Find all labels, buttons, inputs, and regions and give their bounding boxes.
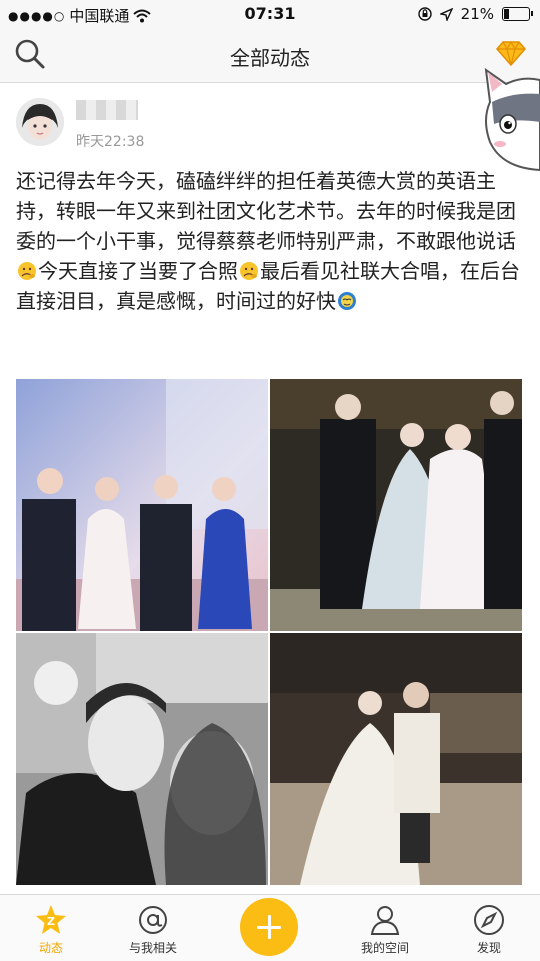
tab-label: 动态: [38, 941, 63, 955]
compose-plus-button[interactable]: [240, 898, 298, 956]
battery-level: [504, 9, 510, 19]
tab-label: 发现: [476, 941, 501, 955]
cat-mascot-decoration: [484, 67, 540, 172]
avatar[interactable]: [16, 98, 64, 146]
post-text-part-2: 今天直接了当要了合照: [38, 259, 238, 283]
cry-face-emoji: [338, 292, 356, 310]
tab-discover[interactable]: 发现: [444, 895, 534, 961]
tab-label: 与我相关: [128, 941, 177, 955]
svg-text:Z: Z: [47, 915, 55, 928]
photo-stage-group: [16, 379, 268, 631]
post-timestamp: 昨天22:38: [76, 134, 145, 150]
post-text: 还记得去年今天，磕磕绊绊的担任着英德大赏的英语主持，转眼一年又来到社团文化艺术节…: [16, 166, 526, 316]
tab-feed[interactable]: Z 动态: [6, 895, 96, 961]
photo-1[interactable]: [16, 379, 268, 631]
status-bar: ●●●●○ 中国联通 07:31 21%: [0, 0, 540, 28]
orientation-lock-icon: [417, 7, 432, 21]
tab-label: 我的空间: [360, 941, 409, 955]
battery-icon: [502, 7, 533, 21]
photo-4[interactable]: [270, 633, 522, 885]
person-icon: [370, 906, 400, 935]
username-redacted[interactable]: [76, 100, 138, 120]
photo-stage-four: [270, 379, 522, 631]
location-arrow-icon: [439, 7, 453, 21]
post-text-part-1: 还记得去年今天，磕磕绊绊的担任着英德大赏的英语主持，转眼一年又来到社团文化艺术节…: [16, 169, 516, 253]
photo-backstage: [270, 633, 522, 885]
photo-3[interactable]: [16, 633, 268, 885]
compass-icon: [474, 905, 504, 935]
thinking-face-emoji: [18, 262, 36, 280]
feed-icon: Z: [36, 905, 66, 934]
photo-2[interactable]: [270, 379, 522, 631]
avatar-image: [16, 98, 64, 146]
nav-bar: 全部动态: [0, 28, 540, 83]
battery-percent: 21%: [460, 5, 494, 23]
thinking-face-emoji: [240, 262, 258, 280]
status-right: 21%: [417, 5, 533, 23]
tab-my-space[interactable]: 我的空间: [340, 895, 430, 961]
at-icon: [139, 906, 167, 934]
page-title: 全部动态: [230, 46, 310, 70]
photo-selfie-bw: [16, 633, 268, 885]
tab-related[interactable]: 与我相关: [108, 895, 198, 961]
